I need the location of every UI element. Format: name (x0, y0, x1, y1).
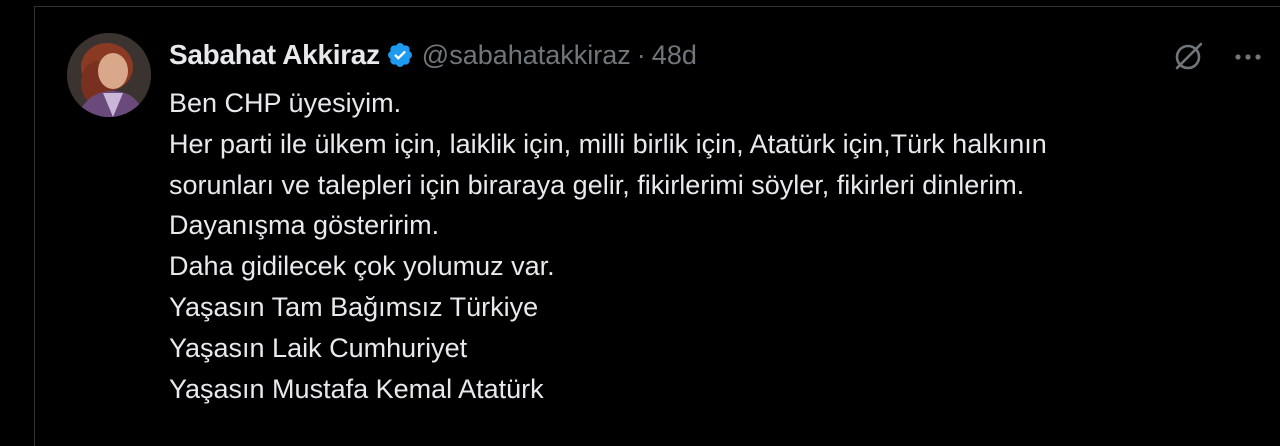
tweet-header: Sabahat Akkiraz @sabahatakkiraz · 48d (169, 35, 697, 75)
tweet-text-line: Yaşasın Tam Bağımsız Türkiye (169, 291, 539, 322)
tweet-text-line: Yaşasın Mustafa Kemal Atatürk (169, 373, 544, 404)
tweet-text-line: Ben CHP üyesiyim. (169, 88, 402, 118)
tweet-text-line: Daha gidilecek çok yolumuz var. (169, 251, 555, 282)
tweet-text-line: Yaşasın Laik Cumhuriyet (169, 332, 468, 363)
tweet-text-line: sorunları ve talepleri için biraraya gel… (169, 169, 1025, 200)
verified-badge-icon (386, 41, 414, 69)
tweet-text: Ben CHP üyesiyim. Her parti ile ülkem iç… (169, 83, 1259, 409)
handle[interactable]: @sabahatakkiraz (422, 40, 631, 71)
display-name[interactable]: Sabahat Akkiraz (169, 39, 380, 71)
timestamp[interactable]: 48d (652, 40, 697, 71)
avatar-image (67, 33, 151, 117)
more-options-icon[interactable] (1230, 41, 1266, 73)
avatar[interactable] (67, 33, 151, 117)
tweet-actions (1160, 37, 1280, 77)
tweet[interactable]: Sabahat Akkiraz @sabahatakkiraz · 48d Be… (34, 6, 1280, 446)
tweet-text-line: Her parti ile ülkem için, laiklik için, … (169, 128, 1047, 159)
separator-dot: · (636, 39, 646, 70)
grok-icon[interactable] (1170, 39, 1206, 75)
tweet-text-line: Dayanışma gösteririm. (169, 210, 440, 241)
